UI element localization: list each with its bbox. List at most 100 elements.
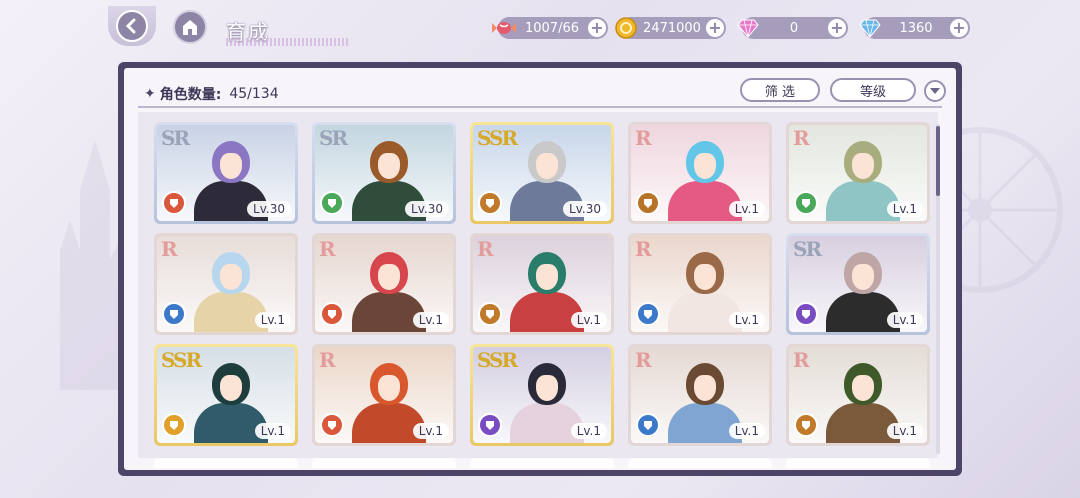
home-button[interactable]: [168, 8, 212, 46]
rarity-badge: R: [635, 348, 652, 372]
rarity-badge: R: [161, 237, 178, 261]
rarity-badge: SSR: [477, 126, 518, 150]
candy-resource: 1007/66 +: [492, 17, 608, 39]
scrollbar-thumb[interactable]: [936, 126, 940, 196]
character-card-partial[interactable]: [154, 458, 298, 468]
attribute-icon: [320, 413, 344, 437]
back-arrow-icon: [125, 18, 136, 34]
character-portrait: R Lv.1: [631, 236, 769, 332]
castle-home-icon: [183, 20, 197, 35]
rarity-badge: SR: [319, 126, 348, 150]
character-portrait: SSR Lv.30: [473, 125, 611, 221]
level-label: Lv.1: [728, 423, 765, 439]
character-card[interactable]: R Lv.1: [786, 122, 930, 224]
add-gold-button[interactable]: +: [704, 17, 726, 39]
character-card-partial[interactable]: [470, 458, 614, 468]
level-label: Lv.1: [254, 423, 291, 439]
character-card[interactable]: SR Lv.30: [312, 122, 456, 224]
back-button[interactable]: [108, 6, 156, 46]
character-portrait: R Lv.1: [789, 125, 927, 221]
attribute-icon: [636, 191, 660, 215]
attribute-icon: [162, 191, 186, 215]
blue-diamond-resource: 1360 +: [859, 17, 970, 39]
character-card[interactable]: R Lv.1: [628, 344, 772, 446]
gold-resource: 2471000 +: [615, 17, 726, 39]
candy-icon: [490, 14, 518, 42]
character-card[interactable]: R Lv.1: [312, 233, 456, 335]
character-card[interactable]: SR Lv.30: [154, 122, 298, 224]
character-card[interactable]: SSR Lv.30: [470, 122, 614, 224]
character-list-panel: ✦ 角色数量: 45/134 筛 选 等级 SR Lv.30 SR Lv.30 …: [118, 62, 962, 476]
title-decoration: [226, 38, 348, 46]
character-card[interactable]: R Lv.1: [312, 344, 456, 446]
character-portrait: R Lv.1: [631, 347, 769, 443]
character-portrait: R Lv.1: [789, 347, 927, 443]
rarity-badge: R: [635, 237, 652, 261]
character-card[interactable]: R Lv.1: [786, 344, 930, 446]
level-label: Lv.1: [412, 312, 449, 328]
level-label: Lv.1: [886, 423, 923, 439]
level-label: Lv.1: [886, 312, 923, 328]
attribute-icon: [478, 413, 502, 437]
level-label: Lv.1: [412, 423, 449, 439]
level-label: Lv.1: [570, 312, 607, 328]
attribute-icon: [478, 302, 502, 326]
character-portrait: SR Lv.30: [315, 125, 453, 221]
character-portrait: SR Lv.30: [157, 125, 295, 221]
pink-diamond-resource: 0 +: [737, 17, 848, 39]
chevron-down-icon: [930, 88, 940, 94]
level-label: Lv.1: [570, 423, 607, 439]
attribute-icon: [162, 302, 186, 326]
sort-order-toggle[interactable]: [924, 80, 946, 102]
character-card[interactable]: R Lv.1: [470, 233, 614, 335]
attribute-icon: [794, 302, 818, 326]
character-card[interactable]: SR Lv.1: [786, 233, 930, 335]
rarity-badge: R: [319, 348, 336, 372]
attribute-icon: [636, 302, 660, 326]
character-card-partial[interactable]: [312, 458, 456, 468]
attribute-icon: [794, 413, 818, 437]
rarity-badge: SR: [793, 237, 822, 261]
add-pink-diamond-button[interactable]: +: [826, 17, 848, 39]
rarity-badge: R: [793, 348, 810, 372]
panel-content: ✦ 角色数量: 45/134 筛 选 等级 SR Lv.30 SR Lv.30 …: [124, 68, 956, 470]
character-portrait: SR Lv.1: [789, 236, 927, 332]
level-label: Lv.30: [405, 201, 449, 217]
character-card[interactable]: R Lv.1: [154, 233, 298, 335]
add-candy-button[interactable]: +: [586, 17, 608, 39]
sort-level-button[interactable]: 等级: [830, 78, 916, 102]
character-portrait: R Lv.1: [315, 347, 453, 443]
character-portrait: R Lv.1: [315, 236, 453, 332]
character-card[interactable]: R Lv.1: [628, 122, 772, 224]
level-label: Lv.30: [247, 201, 291, 217]
character-portrait: SSR Lv.1: [473, 347, 611, 443]
level-label: Lv.1: [886, 201, 923, 217]
character-portrait: R Lv.1: [473, 236, 611, 332]
attribute-icon: [162, 413, 186, 437]
character-card[interactable]: SSR Lv.1: [154, 344, 298, 446]
rarity-badge: R: [793, 126, 810, 150]
rarity-badge: SR: [161, 126, 190, 150]
level-label: Lv.30: [563, 201, 607, 217]
character-card[interactable]: R Lv.1: [628, 233, 772, 335]
character-portrait: R Lv.1: [631, 125, 769, 221]
character-count: ✦ 角色数量: 45/134: [144, 84, 279, 104]
add-blue-diamond-button[interactable]: +: [948, 17, 970, 39]
gold-coin-icon: [612, 14, 640, 42]
rarity-badge: R: [477, 237, 494, 261]
character-card[interactable]: SSR Lv.1: [470, 344, 614, 446]
level-label: Lv.1: [728, 312, 765, 328]
character-card-partial[interactable]: [628, 458, 772, 468]
rarity-badge: R: [319, 237, 336, 261]
attribute-icon: [320, 302, 344, 326]
character-portrait: R Lv.1: [157, 236, 295, 332]
sparkle-icon: ✦: [144, 86, 156, 102]
character-count-label: 角色数量:: [159, 87, 222, 103]
character-portrait: SSR Lv.1: [157, 347, 295, 443]
rarity-badge: SSR: [161, 348, 202, 372]
filter-button[interactable]: 筛 选: [740, 78, 820, 102]
attribute-icon: [794, 191, 818, 215]
character-card-partial[interactable]: [786, 458, 930, 468]
character-grid[interactable]: SR Lv.30 SR Lv.30 SSR Lv.30 R Lv.1 R Lv.…: [138, 112, 938, 458]
attribute-icon: [320, 191, 344, 215]
